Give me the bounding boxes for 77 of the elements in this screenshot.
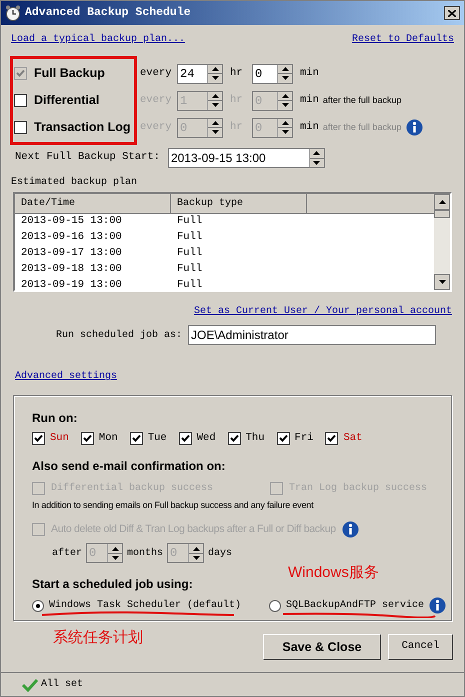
close-button[interactable] bbox=[444, 6, 460, 20]
day-label: Sat bbox=[343, 431, 362, 446]
scroll-down-icon[interactable] bbox=[438, 280, 446, 284]
table-cell-text: Full bbox=[176, 246, 204, 262]
annotation-text: 系统任务计划 bbox=[53, 628, 143, 648]
clock-icon bbox=[5, 5, 21, 21]
number-spinner[interactable]: 2013-09-15 13:00 bbox=[168, 148, 325, 168]
info-icon[interactable] bbox=[429, 597, 446, 614]
hours-label: hr bbox=[229, 66, 244, 81]
day-label: Tue bbox=[148, 431, 167, 446]
backup-type-label: Differential bbox=[34, 92, 100, 110]
minutes-label: min bbox=[300, 92, 319, 108]
checkbox[interactable] bbox=[80, 432, 94, 446]
backup-type-label: Transaction Log bbox=[34, 119, 131, 136]
section-heading: Run on: bbox=[32, 410, 78, 427]
plan-label: Estimated backup plan bbox=[11, 176, 138, 190]
column-header[interactable]: Date/Time bbox=[15, 194, 171, 214]
table-cell-text: 2013-09-19 13:00 bbox=[20, 278, 123, 290]
days-label: days bbox=[208, 546, 232, 561]
checkbox[interactable] bbox=[178, 432, 192, 446]
info-icon[interactable] bbox=[406, 119, 424, 136]
radio-button[interactable] bbox=[269, 600, 281, 612]
table-cell-text: 2013-09-16 13:00 bbox=[20, 230, 123, 246]
scroll-thumb[interactable] bbox=[434, 210, 450, 218]
number-spinner[interactable]: 24 bbox=[177, 64, 223, 84]
section-heading: Also send e-mail confirmation on: bbox=[32, 458, 226, 475]
checkbox[interactable] bbox=[325, 432, 338, 446]
close-icon bbox=[448, 10, 456, 16]
months-label: months bbox=[127, 546, 164, 561]
table-cell-text: 2013-09-18 13:00 bbox=[20, 262, 123, 278]
table-cell-text: 2013-09-15 13:00 bbox=[20, 214, 123, 230]
table-cell-text: 2013-09-17 13:00 bbox=[20, 246, 123, 262]
minutes-label: min bbox=[300, 120, 319, 135]
radio-label: SQLBackupAndFTP service bbox=[286, 598, 424, 614]
schedule-note: after the full backup bbox=[322, 94, 402, 107]
status-text: All set bbox=[41, 678, 84, 692]
load-plan-link[interactable]: Load a typical backup plan... bbox=[11, 32, 186, 47]
set-current-user-link[interactable]: Set as Current User / Your personal account bbox=[194, 304, 452, 319]
schedule-note: after the full backup bbox=[322, 120, 402, 134]
table-cell-text: Full bbox=[176, 230, 204, 246]
day-label: Mon bbox=[98, 431, 118, 446]
every-label: every bbox=[140, 66, 173, 81]
day-label: Wed bbox=[196, 431, 216, 446]
advanced-settings-link[interactable]: Advanced settings bbox=[15, 371, 118, 382]
run-as-label: Run scheduled job as: bbox=[54, 328, 183, 342]
day-label: Sun bbox=[50, 431, 69, 446]
table-cell-text: Full bbox=[176, 214, 204, 230]
backup-type-label: Full Backup bbox=[34, 65, 105, 82]
checkbox[interactable] bbox=[276, 432, 290, 446]
day-label: Thu bbox=[246, 431, 265, 446]
column-header[interactable]: Backup type bbox=[171, 194, 307, 214]
run-as-field[interactable]: JOE\Administrator bbox=[188, 325, 436, 345]
minutes-label: min bbox=[300, 66, 319, 81]
dialog-button[interactable]: Cancel bbox=[388, 634, 453, 660]
section-heading: Start a scheduled job using: bbox=[32, 576, 194, 594]
email-note: In addition to sending emails on Full backup success and any failure event bbox=[32, 498, 314, 512]
scroll-up-icon[interactable] bbox=[438, 200, 446, 204]
number-spinner[interactable]: 0 bbox=[252, 64, 293, 84]
checkbox[interactable] bbox=[32, 432, 45, 446]
checkbox[interactable] bbox=[14, 94, 27, 107]
reset-defaults-link[interactable]: Reset to Defaults bbox=[352, 32, 454, 47]
info-icon[interactable] bbox=[342, 521, 359, 538]
radio-label: Windows Task Scheduler (default) bbox=[49, 598, 242, 614]
checkbox[interactable] bbox=[228, 432, 241, 446]
day-label: Fri bbox=[294, 431, 314, 446]
window-title: Advanced Backup Schedule bbox=[25, 5, 191, 22]
table-cell-text: Full bbox=[176, 278, 204, 290]
scrollbar[interactable] bbox=[434, 194, 450, 290]
dialog-button[interactable]: Save & Close bbox=[263, 634, 381, 660]
checkbox[interactable] bbox=[130, 432, 143, 446]
radio-button[interactable] bbox=[32, 600, 44, 612]
table-cell-text: Full bbox=[176, 262, 204, 278]
next-full-label: Next Full Backup Start: bbox=[15, 150, 160, 166]
checkbox[interactable] bbox=[14, 121, 27, 134]
check-icon bbox=[22, 678, 38, 692]
annotation-text: Windows服务 bbox=[288, 563, 379, 583]
after-label: after bbox=[52, 546, 82, 561]
